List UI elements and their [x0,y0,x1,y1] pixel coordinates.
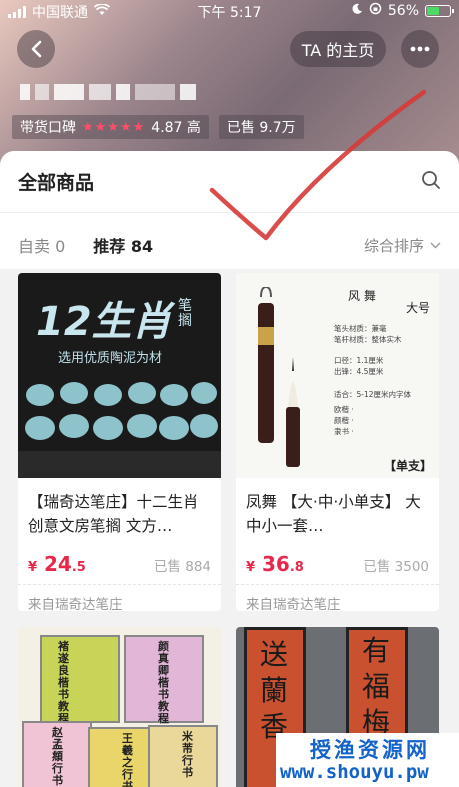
image-headline: 12生肖 [36,299,172,345]
chevron-down-icon [430,242,441,249]
book-title: 颜真卿楷书教程 [158,640,169,725]
tab-self-sold[interactable]: 自卖 0 [18,233,65,257]
rating-stars: ★★★★★ [82,119,146,135]
product-card[interactable]: 12生肖 笔搁 选用优质陶泥为材 【瑞奇达笔庄】十二生肖创意文房笔搁 文方… ¥… [18,273,221,611]
product-price: ¥ 36.8 [246,552,304,576]
book-cover [88,727,152,787]
checkmark-annotation [209,89,427,241]
product-price: ¥ 24.5 [28,552,86,576]
status-bar: 中国联通 下午 5:17 56% [0,0,459,22]
product-image: 褚遂良楷书教程 颜真卿楷书教程 赵孟頫行书 王羲之行书 米芾行书 [18,627,221,787]
ta-home-button[interactable]: TA 的主页 [290,31,386,67]
product-source: 来自瑞奇达笔庄 [28,597,123,611]
moon-icon [351,3,363,19]
tab-recommended[interactable]: 推荐 84 [93,233,153,257]
image-headline: 风 舞 [348,289,376,303]
watermark-url: www.shouyu.pw [280,761,429,783]
book-title: 王羲之行书 [122,732,133,787]
brush-illustration [258,287,300,467]
rotation-lock-icon [369,2,382,19]
book-cover [40,635,120,723]
product-source: 来自瑞奇达笔庄 [246,597,341,611]
book-title: 米芾行书 [182,730,193,779]
panel-title: 全部商品 [18,172,95,194]
product-sold-count: 已售 3500 [363,559,429,575]
watermark-title: 授渔资源网 [310,738,430,762]
book-title: 褚遂良楷书教程 [58,640,69,725]
back-button[interactable] [17,30,55,68]
product-grid: 12生肖 笔搁 选用优质陶泥为材 【瑞奇达笔庄】十二生肖创意文房笔搁 文方… ¥… [0,269,459,787]
image-subhead: 笔搁 [178,298,192,329]
product-panel: 全部商品 自卖 0 推荐 84 综合排序 12生肖 笔搁 选用优质陶泥为材 【瑞… [0,151,459,787]
more-button[interactable] [401,30,439,68]
couplet-text: 送蘭香 [260,638,289,743]
battery-icon [425,4,454,17]
image-specs: 笔头材质：兼毫 笔杆材质：整体实木 口径：1.1厘米 出锋：4.5厘米 适合：5… [334,324,412,436]
product-image: 12生肖 笔搁 选用优质陶泥为材 [18,273,221,478]
product-title: 【瑞奇达笔庄】十二生肖创意文房笔搁 文方… [28,493,199,535]
zodiac-figures-illustration [18,382,221,478]
more-icon [410,46,430,52]
book-title: 赵孟頫行书 [52,726,63,787]
image-subhead: 大号 [406,301,431,315]
shop-name-blurred [20,84,196,100]
rating-badge: 带货口碑 ★★★★★ 4.87 高 [12,115,209,139]
product-image: 风 舞 大号 笔头材质：兼毫 笔杆材质：整体实木 口径：1.1厘米 出锋：4.5… [236,273,439,478]
rating-label: 带货口碑 [20,120,76,136]
chevron-left-icon [31,40,42,58]
product-card[interactable]: 褚遂良楷书教程 颜真卿楷书教程 赵孟頫行书 王羲之行书 米芾行书 [18,627,221,787]
image-caption: 选用优质陶泥为材 [58,351,163,366]
battery-percent: 56% [387,2,419,19]
rating-value: 4.87 高 [151,120,201,136]
product-sold-count: 已售 884 [153,559,211,575]
product-title: 凤舞 【大·中·小单支】 大中小一套… [246,493,421,535]
image-tag: 【单支】 [384,459,433,473]
product-card[interactable]: 风 舞 大号 笔头材质：兼毫 笔杆材质：整体实木 口径：1.1厘米 出锋：4.5… [236,273,439,611]
